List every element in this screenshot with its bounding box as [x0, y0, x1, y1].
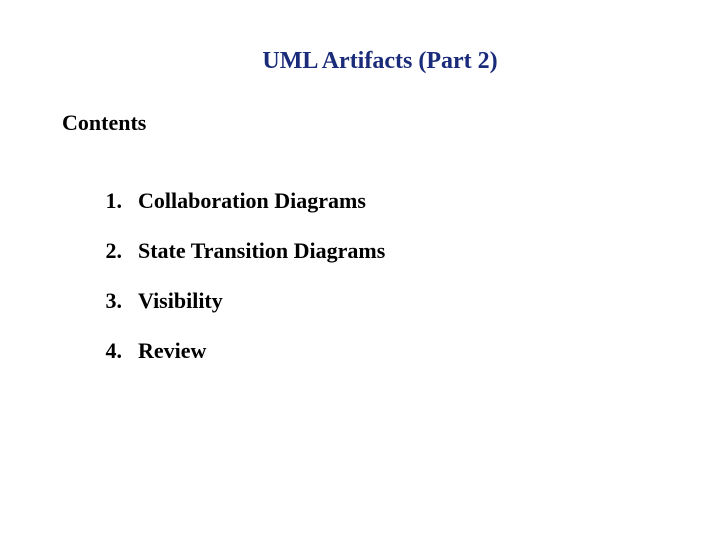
list-item-number: 4. [92, 338, 122, 364]
list-item-label: State Transition Diagrams [138, 238, 385, 264]
contents-heading: Contents [62, 110, 146, 136]
list-item-number: 1. [92, 188, 122, 214]
list-item-number: 3. [92, 288, 122, 314]
list-item-label: Visibility [138, 288, 223, 314]
list-item-label: Review [138, 338, 206, 364]
list-item: 3. Visibility [92, 288, 385, 314]
list-item: 4. Review [92, 338, 385, 364]
list-item: 1. Collaboration Diagrams [92, 188, 385, 214]
page-title: UML Artifacts (Part 2) [0, 48, 720, 75]
list-item: 2. State Transition Diagrams [92, 238, 385, 264]
contents-list: 1. Collaboration Diagrams 2. State Trans… [92, 188, 385, 388]
list-item-label: Collaboration Diagrams [138, 188, 366, 214]
list-item-number: 2. [92, 238, 122, 264]
